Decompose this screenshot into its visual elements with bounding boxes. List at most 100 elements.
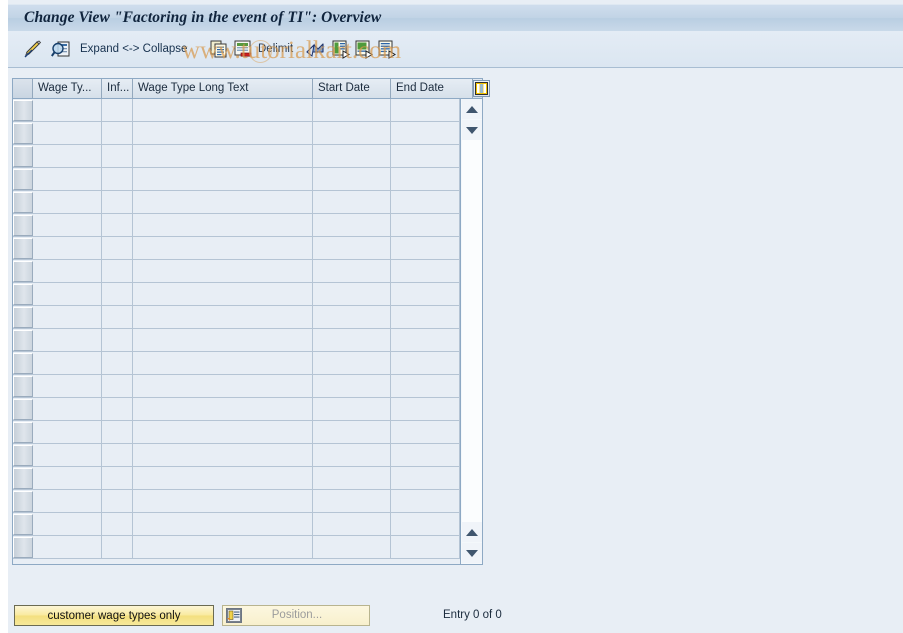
cell-end-date[interactable]	[391, 375, 460, 397]
cell-start-date[interactable]	[313, 536, 391, 558]
cell-wage-type[interactable]	[33, 375, 102, 397]
cell-start-date[interactable]	[313, 283, 391, 305]
cell-wage-type[interactable]	[33, 536, 102, 558]
delimit-button[interactable]: Delimit	[258, 37, 293, 61]
cell-start-date[interactable]	[313, 444, 391, 466]
table-row[interactable]	[13, 467, 482, 490]
row-select-cell[interactable]	[13, 284, 33, 305]
cell-end-date[interactable]	[391, 536, 460, 558]
cell-infotype[interactable]	[102, 398, 133, 420]
row-select-cell[interactable]	[13, 491, 33, 512]
cell-infotype[interactable]	[102, 283, 133, 305]
cell-wage-type[interactable]	[33, 122, 102, 144]
cell-wage-type-long-text[interactable]	[133, 168, 313, 190]
cell-end-date[interactable]	[391, 444, 460, 466]
cell-wage-type-long-text[interactable]	[133, 352, 313, 374]
scroll-up-icon[interactable]	[462, 99, 482, 119]
cell-end-date[interactable]	[391, 398, 460, 420]
row-select-cell[interactable]	[13, 376, 33, 397]
cell-infotype[interactable]	[102, 421, 133, 443]
row-select-cell[interactable]	[13, 100, 33, 121]
row-select-cell[interactable]	[13, 123, 33, 144]
row-select-cell[interactable]	[13, 353, 33, 374]
cell-wage-type[interactable]	[33, 214, 102, 236]
cell-infotype[interactable]	[102, 99, 133, 121]
column-config-icon[interactable]	[473, 80, 490, 97]
cell-wage-type[interactable]	[33, 444, 102, 466]
cell-start-date[interactable]	[313, 122, 391, 144]
cell-infotype[interactable]	[102, 513, 133, 535]
table-row[interactable]	[13, 536, 482, 559]
list-arrow-icon-1[interactable]	[330, 37, 352, 61]
cell-infotype[interactable]	[102, 145, 133, 167]
cell-end-date[interactable]	[391, 168, 460, 190]
table-row[interactable]	[13, 329, 482, 352]
cell-wage-type-long-text[interactable]	[133, 536, 313, 558]
table-row[interactable]	[13, 214, 482, 237]
table-row[interactable]	[13, 444, 482, 467]
cell-wage-type[interactable]	[33, 145, 102, 167]
cell-start-date[interactable]	[313, 191, 391, 213]
cell-wage-type-long-text[interactable]	[133, 283, 313, 305]
cell-wage-type[interactable]	[33, 99, 102, 121]
cell-end-date[interactable]	[391, 329, 460, 351]
cell-infotype[interactable]	[102, 352, 133, 374]
column-header-infotype[interactable]: Inf...	[102, 79, 133, 98]
cell-end-date[interactable]	[391, 260, 460, 282]
row-select-cell[interactable]	[13, 238, 33, 259]
cell-start-date[interactable]	[313, 421, 391, 443]
cell-start-date[interactable]	[313, 490, 391, 512]
cell-wage-type[interactable]	[33, 398, 102, 420]
table-row[interactable]	[13, 421, 482, 444]
row-select-cell[interactable]	[13, 445, 33, 466]
cell-wage-type[interactable]	[33, 306, 102, 328]
cell-wage-type-long-text[interactable]	[133, 145, 313, 167]
cell-end-date[interactable]	[391, 513, 460, 535]
cell-infotype[interactable]	[102, 168, 133, 190]
cell-wage-type-long-text[interactable]	[133, 375, 313, 397]
cell-wage-type-long-text[interactable]	[133, 467, 313, 489]
table-row[interactable]	[13, 122, 482, 145]
cell-end-date[interactable]	[391, 122, 460, 144]
list-arrow-icon-2[interactable]	[353, 37, 375, 61]
cell-wage-type[interactable]	[33, 467, 102, 489]
row-select-cell[interactable]	[13, 422, 33, 443]
scroll-down-icon[interactable]	[462, 120, 482, 140]
change-entry-icon[interactable]	[22, 37, 44, 61]
cell-end-date[interactable]	[391, 237, 460, 259]
cell-end-date[interactable]	[391, 99, 460, 121]
cell-infotype[interactable]	[102, 191, 133, 213]
row-select-cell[interactable]	[13, 468, 33, 489]
cell-wage-type-long-text[interactable]	[133, 490, 313, 512]
cell-start-date[interactable]	[313, 306, 391, 328]
cell-infotype[interactable]	[102, 536, 133, 558]
column-header-wage-type-long-text[interactable]: Wage Type Long Text	[133, 79, 313, 98]
cell-wage-type[interactable]	[33, 352, 102, 374]
cell-infotype[interactable]	[102, 375, 133, 397]
cell-wage-type-long-text[interactable]	[133, 329, 313, 351]
cell-end-date[interactable]	[391, 421, 460, 443]
cell-start-date[interactable]	[313, 375, 391, 397]
cell-wage-type-long-text[interactable]	[133, 398, 313, 420]
list-arrow-icon-3[interactable]	[376, 37, 398, 61]
cell-start-date[interactable]	[313, 398, 391, 420]
cell-start-date[interactable]	[313, 467, 391, 489]
cell-wage-type[interactable]	[33, 421, 102, 443]
cell-start-date[interactable]	[313, 352, 391, 374]
row-select-cell[interactable]	[13, 169, 33, 190]
row-select-cell[interactable]	[13, 261, 33, 282]
row-select-cell[interactable]	[13, 330, 33, 351]
column-header-start-date[interactable]: Start Date	[313, 79, 391, 98]
table-row[interactable]	[13, 398, 482, 421]
cell-start-date[interactable]	[313, 513, 391, 535]
scrollbar-track[interactable]	[462, 140, 482, 522]
table-row[interactable]	[13, 306, 482, 329]
table-row[interactable]	[13, 352, 482, 375]
cell-wage-type[interactable]	[33, 490, 102, 512]
row-select-cell[interactable]	[13, 192, 33, 213]
undo-arrow-icon[interactable]	[304, 37, 326, 61]
delete-document-icon[interactable]	[232, 37, 254, 61]
cell-wage-type[interactable]	[33, 283, 102, 305]
cell-end-date[interactable]	[391, 214, 460, 236]
cell-end-date[interactable]	[391, 283, 460, 305]
